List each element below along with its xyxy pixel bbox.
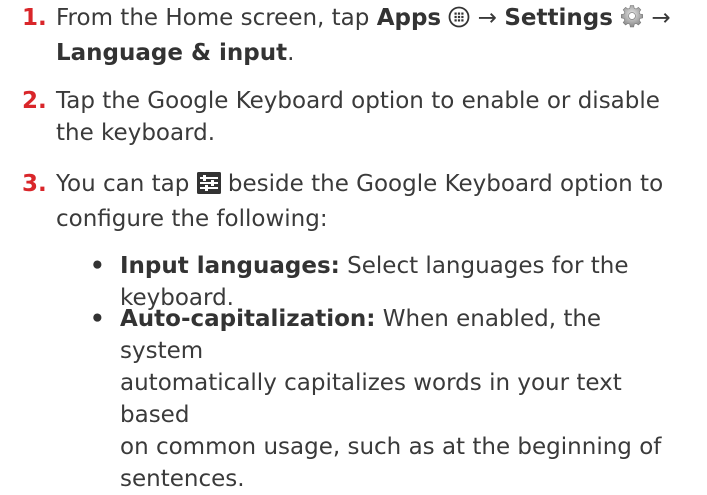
step-3-line-2: configure the following: xyxy=(56,206,328,232)
bullet-term: Auto-capitalization: xyxy=(120,306,376,332)
apps-grid-icon xyxy=(448,5,470,37)
step-text: From the Home screen, tap xyxy=(56,5,377,31)
keyboard-settings-sliders-icon xyxy=(196,171,221,203)
bullet-2-line-1: Auto-capitalization: When enabled, the s… xyxy=(120,303,690,367)
settings-label: Settings xyxy=(504,5,613,31)
arrow: → xyxy=(644,5,671,31)
step-1: 1. From the Home screen, tap Apps → Sett… xyxy=(22,2,696,69)
instruction-page: 1. From the Home screen, tap Apps → Sett… xyxy=(0,0,707,492)
bullet-2-line-2: automatically capitalizes words in your … xyxy=(120,370,622,428)
step-text: You can tap xyxy=(56,171,197,197)
apps-label: Apps xyxy=(376,5,442,31)
step-2-line-1: Tap the Google Keyboard option to enable… xyxy=(56,88,660,114)
bullet-text: Select languages for the xyxy=(339,253,629,279)
step-3-line-1: You can tap beside the Google Keyboard o… xyxy=(56,168,696,203)
step-3: 3. You can tap beside the Google Keyboar… xyxy=(22,168,696,235)
step-text: . xyxy=(287,40,295,66)
step-text: beside the Google Keyboard option to xyxy=(220,171,664,197)
bullet-1-line-1: Input languages: Select languages for th… xyxy=(120,250,690,282)
step-number: 3. xyxy=(22,171,47,197)
step-number: 2. xyxy=(22,88,47,114)
bullet-2-line-4: sentences. xyxy=(120,466,245,492)
bullet-marker: • xyxy=(90,253,105,279)
bullet-term: Input languages: xyxy=(120,253,340,279)
bullet-marker: • xyxy=(90,306,105,332)
arrow: → xyxy=(470,5,505,31)
step-2: 2. Tap the Google Keyboard option to ena… xyxy=(22,85,696,149)
step-1-line-2: Language & input. xyxy=(56,37,696,69)
step-number: 1. xyxy=(22,5,47,31)
language-input-label: Language & input xyxy=(56,40,288,66)
bullet-2-line-3: on common usage, such as at the beginnin… xyxy=(120,434,662,460)
step-2-line-2: the keyboard. xyxy=(56,120,216,146)
step-1-line-1: From the Home screen, tap Apps → Setting… xyxy=(56,2,696,37)
bullet-auto-capitalization: • Auto-capitalization: When enabled, the… xyxy=(90,303,690,495)
settings-gear-icon xyxy=(620,4,644,37)
